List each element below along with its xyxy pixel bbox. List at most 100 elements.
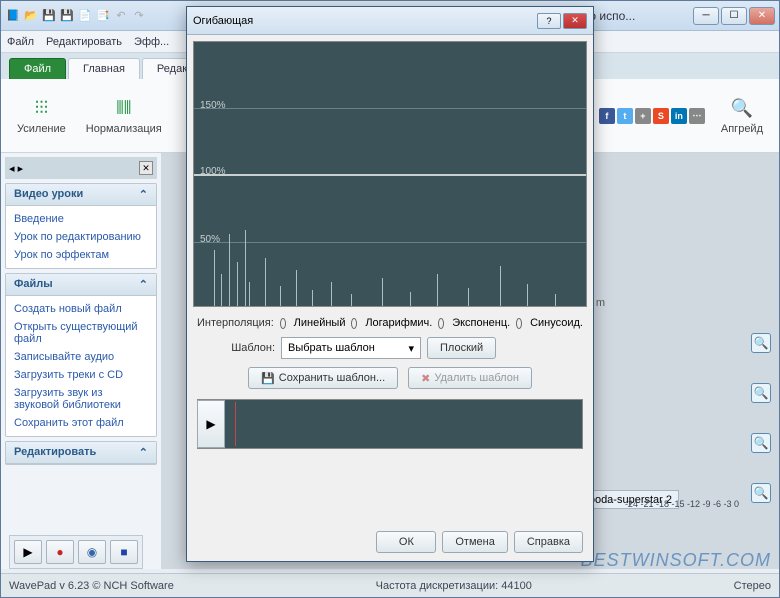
upgrade-button[interactable]: 🔍 Апгрейд bbox=[713, 93, 771, 139]
close-icon[interactable]: ✕ bbox=[139, 161, 153, 175]
twitter-icon[interactable]: t bbox=[617, 108, 633, 124]
more-icon[interactable]: ⋯ bbox=[689, 108, 705, 124]
db-scale: -24 -21 -18 -15 -12 -9 -6 -3 0 bbox=[625, 499, 739, 509]
files-panel: Файлы ⌃ Создать новый файл Открыть сущес… bbox=[5, 273, 157, 437]
flat-button[interactable]: Плоский bbox=[427, 337, 496, 359]
close-button[interactable]: ✕ bbox=[563, 13, 587, 29]
radio-linear[interactable] bbox=[280, 318, 286, 329]
waveform-spikes bbox=[194, 226, 586, 306]
file-action-link[interactable]: Загрузить звук из звуковой библиотеки bbox=[14, 384, 148, 414]
play-button[interactable]: ▶ bbox=[14, 540, 42, 564]
template-actions: 💾 Сохранить шаблон... ✖ Удалить шаблон bbox=[187, 363, 593, 393]
template-select[interactable]: Выбрать шаблон ▾ bbox=[281, 337, 421, 359]
radio-log[interactable] bbox=[351, 318, 357, 329]
zoom-in-button[interactable]: 🔍 bbox=[751, 383, 771, 403]
help-button[interactable]: Справка bbox=[514, 531, 583, 553]
help-button[interactable]: ? bbox=[537, 13, 561, 29]
disk-icon: 💾 bbox=[261, 372, 275, 385]
panel-header[interactable]: Файлы ⌃ bbox=[6, 274, 156, 296]
sidebar: ◂ ▸ ✕ Видео уроки ⌃ Введение Урок по ред… bbox=[1, 153, 161, 569]
menu-edit[interactable]: Редактировать bbox=[46, 36, 122, 48]
lesson-link[interactable]: Введение bbox=[14, 210, 148, 228]
scrub-button[interactable]: ◉ bbox=[78, 540, 106, 564]
dialog-buttons: ОК Отмена Справка bbox=[376, 531, 583, 553]
file-action-link[interactable]: Создать новый файл bbox=[14, 300, 148, 318]
normalize-button[interactable]: ⫴⫴ Нормализация bbox=[78, 93, 170, 139]
cancel-button[interactable]: Отмена bbox=[442, 531, 507, 553]
menu-file[interactable]: Файл bbox=[7, 36, 34, 48]
envelope-display[interactable]: 150% 100% 50% bbox=[193, 41, 587, 307]
watermark: BESTWINSOFT.COM bbox=[581, 550, 771, 571]
zoom-in-button[interactable]: 🔍 bbox=[751, 433, 771, 453]
linkedin-icon[interactable]: in bbox=[671, 108, 687, 124]
delete-template-button[interactable]: ✖ Удалить шаблон bbox=[408, 367, 532, 389]
plus-icon[interactable]: + bbox=[635, 108, 651, 124]
samplerate-label: Частота дискретизации: 44100 bbox=[376, 580, 532, 592]
wave-icon: ⫶⫶⫶ bbox=[29, 97, 53, 121]
radio-sin[interactable] bbox=[516, 318, 522, 329]
facebook-icon[interactable]: f bbox=[599, 108, 615, 124]
social-icons: f t + S in ⋯ bbox=[599, 108, 709, 124]
collapse-icon[interactable]: ⌃ bbox=[139, 188, 148, 201]
quick-access-toolbar: 📘 📂 💾 💾 📄 📑 ↶ ↷ bbox=[5, 8, 147, 24]
stumble-icon[interactable]: S bbox=[653, 108, 669, 124]
qat-icon[interactable]: 📘 bbox=[5, 8, 21, 24]
qat-icon[interactable]: 📄 bbox=[77, 8, 93, 24]
preview-play-button[interactable]: ▶ bbox=[197, 400, 225, 448]
template-row: Шаблон: Выбрать шаблон ▾ Плоский bbox=[187, 333, 593, 363]
interpolation-row: Интерполяция: Линейный Логарифмич. Экспо… bbox=[187, 313, 593, 333]
qat-icon[interactable]: ↷ bbox=[131, 8, 147, 24]
menu-effects[interactable]: Эфф... bbox=[134, 36, 169, 48]
sidebar-tabstrip: ◂ ▸ ✕ bbox=[5, 157, 157, 179]
qat-icon[interactable]: 💾 bbox=[59, 8, 75, 24]
mini-waveform-area[interactable] bbox=[229, 400, 582, 448]
minimize-button[interactable]: ─ bbox=[693, 7, 719, 25]
record-button[interactable]: ● bbox=[46, 540, 74, 564]
collapse-icon[interactable]: ⌃ bbox=[139, 446, 148, 459]
chevron-down-icon: ▾ bbox=[408, 342, 414, 355]
qat-icon[interactable]: ↶ bbox=[113, 8, 129, 24]
dialog-titlebar: Огибающая ? ✕ bbox=[187, 7, 593, 35]
x-icon: ✖ bbox=[421, 372, 430, 385]
file-action-link[interactable]: Открыть существующий файл bbox=[14, 318, 148, 348]
zoom-in-button[interactable]: 🔍 bbox=[751, 483, 771, 503]
ok-button[interactable]: ОК bbox=[376, 531, 436, 553]
tab-main[interactable]: Главная bbox=[68, 58, 140, 79]
panel-header[interactable]: Видео уроки ⌃ bbox=[6, 184, 156, 206]
stop-button[interactable]: ■ bbox=[110, 540, 138, 564]
magnify-world-icon: 🔍 bbox=[730, 97, 754, 121]
zoom-controls: 🔍 🔍 🔍 🔍 bbox=[751, 333, 771, 503]
file-action-link[interactable]: Сохранить этот файл bbox=[14, 414, 148, 432]
statusbar: WavePad v 6.23 © NCH Software Частота ди… bbox=[1, 573, 779, 597]
playhead bbox=[235, 402, 236, 446]
zoom-in-button[interactable]: 🔍 bbox=[751, 333, 771, 353]
close-button[interactable]: ✕ bbox=[749, 7, 775, 25]
channels-label: Стерео bbox=[734, 580, 771, 592]
transport-controls: ▶ ● ◉ ■ bbox=[9, 535, 143, 569]
lessons-panel: Видео уроки ⌃ Введение Урок по редактиро… bbox=[5, 183, 157, 269]
interpolation-label: Интерполяция: bbox=[197, 317, 274, 329]
file-action-link[interactable]: Загрузить треки с CD bbox=[14, 366, 148, 384]
qat-icon[interactable]: 💾 bbox=[41, 8, 57, 24]
tab-file[interactable]: Файл bbox=[9, 58, 66, 79]
edit-panel: Редактировать ⌃ bbox=[5, 441, 157, 465]
template-label: Шаблон: bbox=[197, 342, 275, 354]
maximize-button[interactable]: ☐ bbox=[721, 7, 747, 25]
unit-m: m bbox=[596, 297, 605, 309]
collapse-icon[interactable]: ⌃ bbox=[139, 278, 148, 291]
panel-header[interactable]: Редактировать ⌃ bbox=[6, 442, 156, 464]
radio-exp[interactable] bbox=[438, 318, 444, 329]
preview-waveform: ▶ bbox=[197, 399, 583, 449]
qat-icon[interactable]: 📂 bbox=[23, 8, 39, 24]
lesson-link[interactable]: Урок по эффектам bbox=[14, 246, 148, 264]
qat-icon[interactable]: 📑 bbox=[95, 8, 111, 24]
dialog-title: Огибающая bbox=[193, 15, 253, 27]
lesson-link[interactable]: Урок по редактированию bbox=[14, 228, 148, 246]
wave-icon: ⫴⫴ bbox=[112, 97, 136, 121]
envelope-dialog: Огибающая ? ✕ 150% 100% 50% Интерполяция… bbox=[186, 6, 594, 562]
save-template-button[interactable]: 💾 Сохранить шаблон... bbox=[248, 367, 398, 389]
version-label: WavePad v 6.23 © NCH Software bbox=[9, 580, 174, 592]
file-action-link[interactable]: Записывайте аудио bbox=[14, 348, 148, 366]
level-label: 150% bbox=[200, 100, 226, 111]
amplify-button[interactable]: ⫶⫶⫶ Усиление bbox=[9, 93, 74, 139]
